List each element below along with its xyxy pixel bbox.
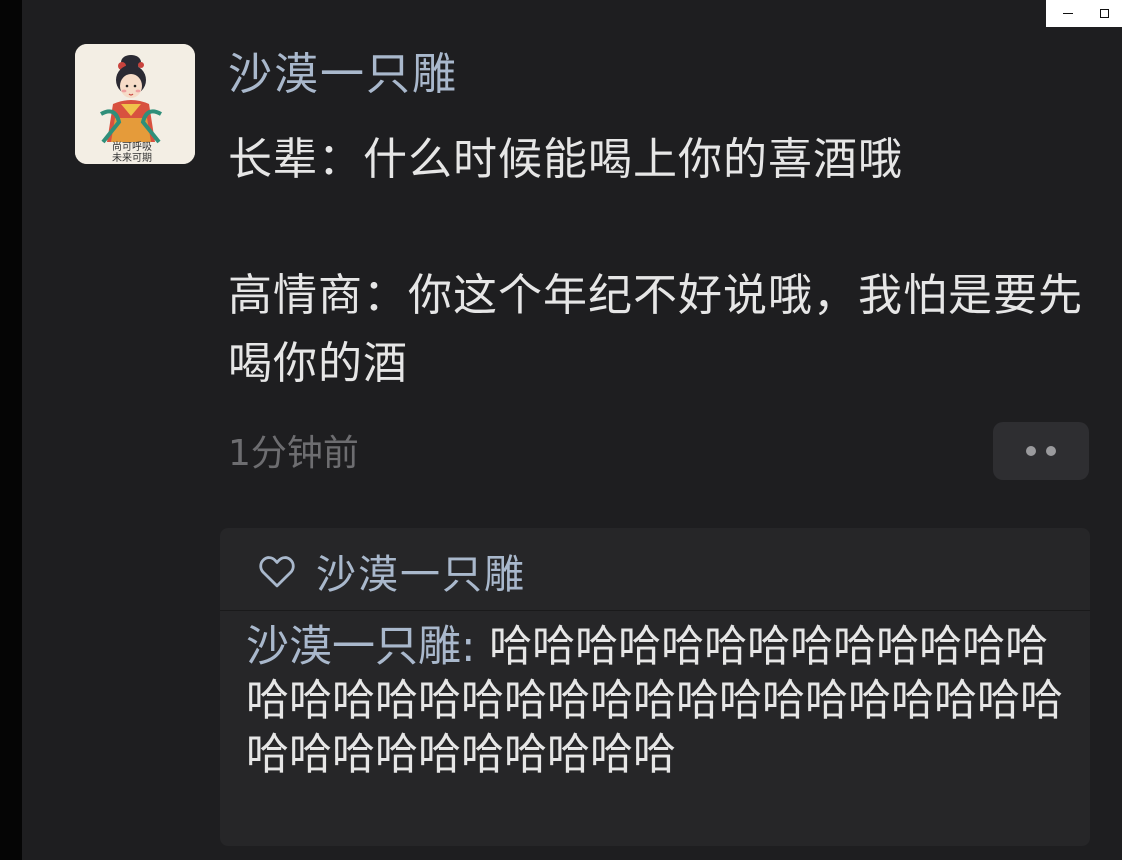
minimize-icon (1063, 13, 1073, 14)
maximize-button[interactable] (1094, 4, 1114, 24)
minimize-button[interactable] (1058, 4, 1078, 24)
comment-author[interactable]: 沙漠一只雕 (246, 622, 461, 672)
post-timestamp: 1分钟前 (228, 433, 359, 474)
heart-outline-icon[interactable] (256, 550, 298, 592)
post-line-high-eq: 高情商：你这个年纪不好说哦，我怕是要先喝你的酒 (228, 270, 1083, 389)
like-row: 沙漠一只雕 (256, 540, 526, 602)
comment-separator: : (461, 622, 490, 672)
more-dots-icon (1046, 446, 1056, 456)
divider (220, 610, 1090, 611)
more-dots-icon (1026, 446, 1036, 456)
avatar-caption-line2: 未来可期 (112, 152, 152, 164)
post-line-elder: 长辈：什么时候能喝上你的喜酒哦 (228, 134, 903, 185)
window-controls (1046, 0, 1122, 27)
liker-name[interactable]: 沙漠一只雕 (316, 542, 526, 600)
left-edge (0, 0, 22, 860)
comment-item: 沙漠一只雕: 哈哈哈哈哈哈哈哈哈哈哈哈哈哈哈哈哈哈哈哈哈哈哈哈哈哈哈哈哈哈哈哈哈… (246, 620, 1076, 782)
post-username[interactable]: 沙漠一只雕 (228, 44, 458, 106)
post-text: 长辈：什么时候能喝上你的喜酒哦 高情商：你这个年纪不好说哦，我怕是要先喝你的酒 (228, 126, 1088, 398)
comment-panel: 沙漠一只雕 沙漠一只雕: 哈哈哈哈哈哈哈哈哈哈哈哈哈哈哈哈哈哈哈哈哈哈哈哈哈哈哈… (220, 528, 1090, 846)
illustrated-girl-avatar-icon: 尚可呼吸 未来可期 (75, 44, 195, 164)
more-button[interactable] (993, 422, 1089, 480)
avatar[interactable]: 尚可呼吸 未来可期 (75, 44, 195, 164)
maximize-icon (1099, 9, 1109, 18)
avatar-caption-line1: 尚可呼吸 (112, 140, 152, 153)
screen: 尚可呼吸 未来可期 沙漠一只雕 长辈：什么时候能喝上你的喜酒哦 高情商：你这个年… (0, 0, 1122, 860)
